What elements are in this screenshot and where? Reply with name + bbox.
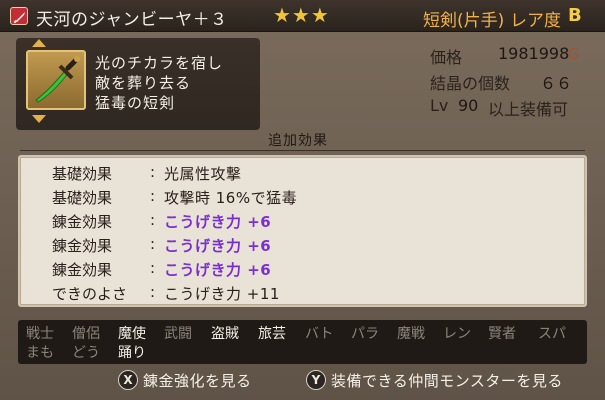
- effect-label: 基礎効果: [52, 189, 113, 207]
- currency-unit: G: [568, 45, 580, 63]
- effect-row: 錬金効果 : こうげき力 +6: [52, 259, 572, 281]
- view-monsters-label: 装備できる仲間モンスターを見る: [331, 372, 563, 390]
- effect-value: 光属性攻撃: [164, 165, 242, 183]
- effect-colon: :: [150, 235, 156, 253]
- effect-row: できのよさ : こうげき力 +11: [52, 283, 572, 305]
- description-line: 光のチカラを宿し: [95, 54, 224, 72]
- job-dancer: 踊り: [118, 345, 146, 361]
- view-monsters-button[interactable]: Y 装備できる仲間モンスターを見る: [306, 368, 586, 392]
- effect-colon: :: [150, 187, 156, 205]
- crystals-label: 結晶の個数: [430, 74, 511, 93]
- effect-value: こうげき力 +6: [164, 261, 272, 279]
- effect-colon: :: [150, 211, 156, 229]
- dagger-icon: [10, 7, 28, 25]
- job-superstar: スパ: [538, 326, 566, 342]
- job-ranger: レン: [443, 326, 471, 342]
- quality-stars: ★★★: [273, 3, 330, 27]
- level-label: Lv: [430, 96, 449, 115]
- item-name: 天河のジャンビーヤ＋３: [36, 10, 228, 30]
- effect-value: 攻撃時 16%で猛毒: [164, 189, 298, 207]
- divider: [20, 150, 585, 151]
- effect-label: できのよさ: [52, 285, 128, 303]
- job-priest: 僧侶: [72, 326, 100, 342]
- item-detail-window: 天河のジャンビーヤ＋３ ★★★ 短剣(片手) レア度 B 光のチカラを宿し 敵を…: [0, 0, 605, 400]
- job-warrior: 戦士: [26, 326, 54, 342]
- effects-title: 追加効果: [268, 133, 328, 149]
- description-line: 猛毒の短剣: [95, 94, 176, 112]
- rarity-value: B: [568, 5, 582, 26]
- effects-box: 基礎効果 : 光属性攻撃 基礎効果 : 攻撃時 16%で猛毒 錬金効果 : こう…: [18, 155, 587, 307]
- job-mage: 魔使: [118, 326, 146, 342]
- job-thief: 盗賊: [211, 326, 239, 342]
- equippable-jobs: 戦士 僧侶 魔使 武闘 盗賊 旅芸 バト パラ 魔戦 レン 賢者 スパ まも ど…: [18, 320, 587, 364]
- weapon-type: 短剣(片手): [423, 11, 505, 31]
- price-value: 1981998: [498, 44, 570, 63]
- effect-row: 錬金効果 : こうげき力 +6: [52, 235, 572, 257]
- effect-colon: :: [150, 259, 156, 277]
- job-sage: 賢者: [488, 326, 516, 342]
- level-suffix: 以上装備可: [488, 100, 569, 119]
- level-value: 90: [458, 96, 479, 115]
- job-martial-artist: 武闘: [164, 326, 192, 342]
- y-button-icon: Y: [306, 370, 326, 390]
- effect-label: 錬金効果: [52, 261, 113, 279]
- job-monster-master: まも: [26, 345, 54, 361]
- effect-colon: :: [150, 283, 156, 301]
- item-header: 天河のジャンビーヤ＋３ ★★★ 短剣(片手) レア度 B: [0, 0, 605, 32]
- effect-row: 基礎効果 : 攻撃時 16%で猛毒: [52, 187, 572, 209]
- effect-value: こうげき力 +6: [164, 237, 272, 255]
- price-label: 価格: [430, 48, 463, 67]
- effect-label: 基礎効果: [52, 165, 113, 183]
- green-dagger-icon: [26, 50, 86, 110]
- effect-row: 基礎効果 : 光属性攻撃: [52, 163, 572, 185]
- job-minstrel: 旅芸: [258, 326, 286, 342]
- job-battle-master: バト: [305, 326, 334, 342]
- description-line: 敵を葬り去る: [95, 74, 192, 92]
- effect-row: 錬金効果 : こうげき力 +6: [52, 211, 572, 233]
- arrow-up-icon[interactable]: [32, 39, 46, 47]
- job-paladin: パラ: [351, 326, 379, 342]
- x-button-icon: X: [118, 370, 138, 390]
- effect-label: 錬金効果: [52, 213, 113, 231]
- job-armamentalist: 魔戦: [397, 326, 425, 342]
- view-alchemy-label: 錬金強化を見る: [143, 372, 252, 390]
- view-alchemy-button[interactable]: X 錬金強化を見る: [118, 368, 278, 392]
- effect-value: こうげき力 +11: [164, 285, 280, 303]
- effect-label: 錬金効果: [52, 237, 113, 255]
- effect-colon: :: [150, 163, 156, 181]
- job-itemaster: どう: [72, 345, 100, 361]
- arrow-down-icon[interactable]: [32, 115, 46, 123]
- effect-value: こうげき力 +6: [164, 213, 272, 231]
- rarity-label: レア度: [510, 11, 561, 31]
- crystals-value: ６６: [540, 74, 573, 93]
